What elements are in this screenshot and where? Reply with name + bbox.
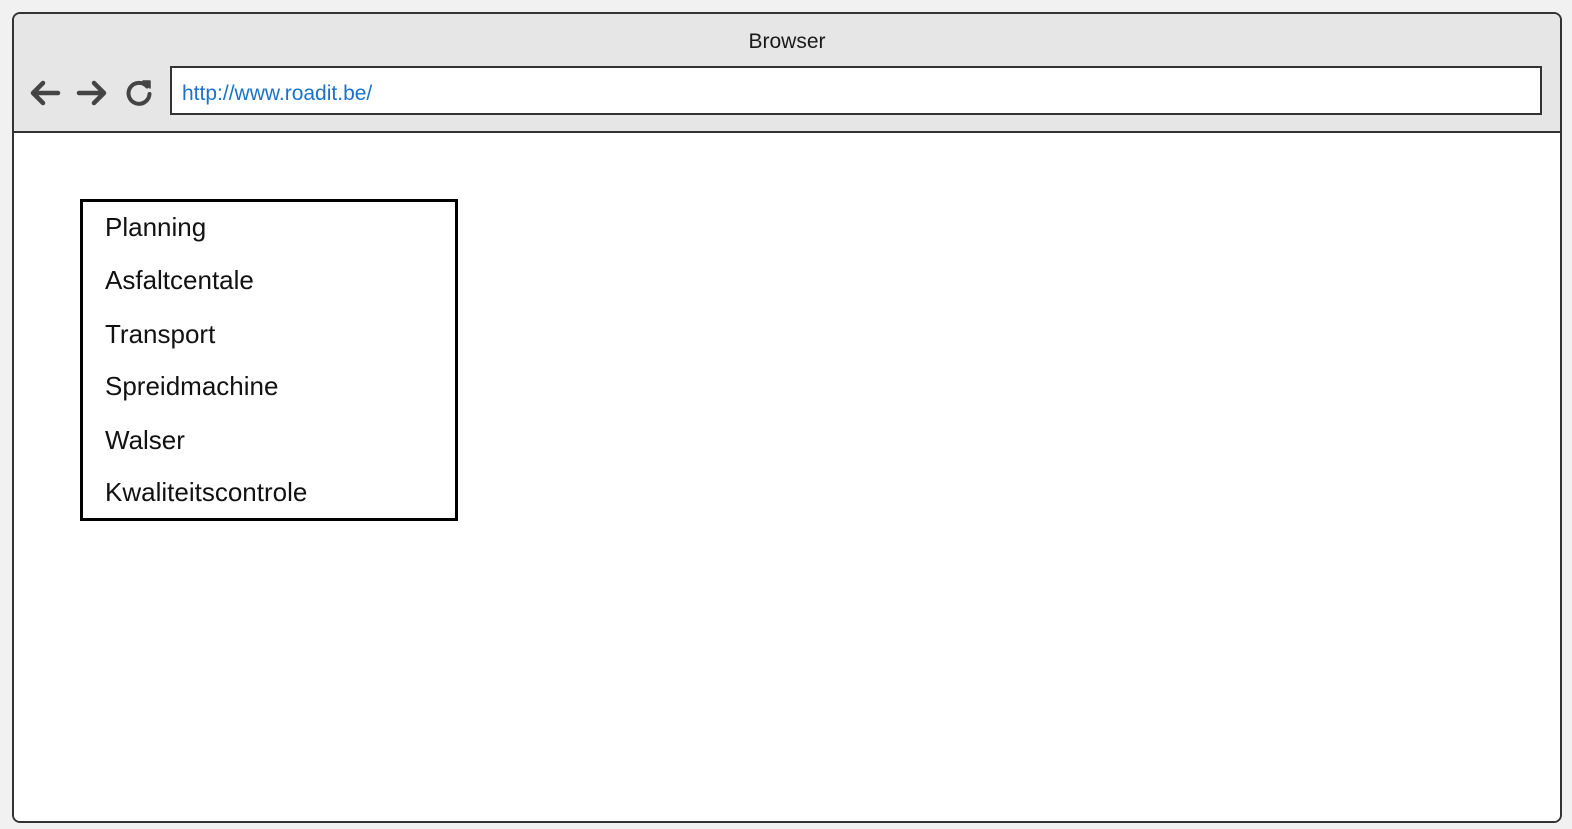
forward-button[interactable] xyxy=(73,75,111,111)
menu-item-asfaltcentale[interactable]: Asfaltcentale xyxy=(105,265,254,296)
menu-item-spreidmachine[interactable]: Spreidmachine xyxy=(105,371,278,402)
window-title: Browser xyxy=(748,30,826,53)
page-content: Planning Asfaltcentale Transport Spreidm… xyxy=(14,133,1560,821)
back-button[interactable] xyxy=(26,75,64,111)
navigation-menu: Planning Asfaltcentale Transport Spreidm… xyxy=(80,199,458,521)
address-bar[interactable]: http://www.roadit.be/ xyxy=(170,66,1542,115)
reload-icon xyxy=(126,80,152,106)
address-url: http://www.roadit.be/ xyxy=(182,82,373,105)
browser-toolbar: Browser http://www.roadit.be/ xyxy=(14,14,1560,133)
arrow-right-icon xyxy=(76,80,107,106)
menu-item-kwaliteitscontrole[interactable]: Kwaliteitscontrole xyxy=(105,477,307,508)
arrow-left-icon xyxy=(30,80,61,106)
menu-item-transport[interactable]: Transport xyxy=(105,319,215,350)
menu-item-planning[interactable]: Planning xyxy=(105,212,206,243)
browser-window: Browser http://www.roadit.be/ Planning A… xyxy=(12,12,1562,823)
menu-item-walser[interactable]: Walser xyxy=(105,425,185,456)
reload-button[interactable] xyxy=(120,75,158,111)
